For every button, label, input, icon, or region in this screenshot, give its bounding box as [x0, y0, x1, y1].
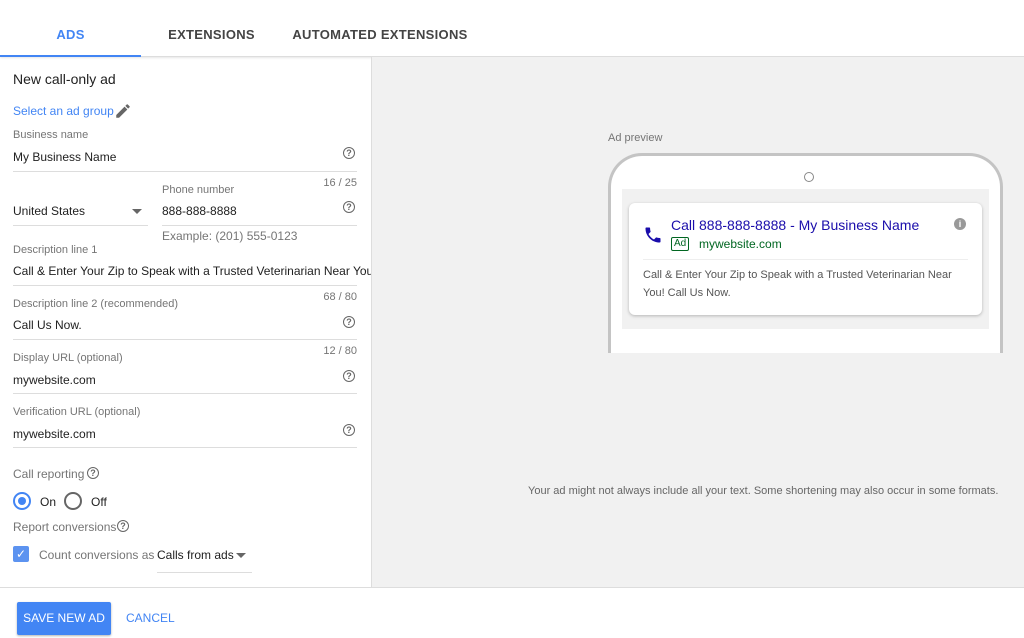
pencil-icon[interactable]: [114, 102, 132, 120]
divider: [13, 285, 357, 286]
country-select[interactable]: United States: [13, 204, 85, 218]
divider: [162, 225, 357, 226]
business-name-input[interactable]: My Business Name: [13, 150, 116, 164]
tab-ads[interactable]: ADS: [0, 0, 141, 57]
count-conversions-checkbox[interactable]: ✓: [13, 546, 29, 562]
description1-count: 68 / 80: [323, 291, 357, 303]
form-title: New call-only ad: [13, 71, 116, 87]
chevron-down-icon[interactable]: [132, 209, 142, 214]
business-name-label: Business name: [13, 129, 89, 141]
preview-label: Ad preview: [608, 132, 663, 144]
help-icon[interactable]: ?: [343, 316, 355, 328]
ad-description: Call & Enter Your Zip to Speak with a Tr…: [643, 269, 952, 299]
help-icon[interactable]: ?: [343, 201, 355, 213]
display-url-label: Display URL (optional): [13, 352, 123, 364]
phone-camera: [804, 172, 814, 182]
help-icon[interactable]: ?: [343, 424, 355, 436]
ad-url[interactable]: mywebsite.com: [699, 237, 782, 251]
divider: [643, 259, 968, 260]
tab-bar: ADS EXTENSIONS AUTOMATED EXTENSIONS: [0, 0, 1024, 57]
phone-screen: Call 888-888-8888 - My Business Name Ad …: [622, 189, 989, 329]
ad-headline[interactable]: Call 888-888-8888 - My Business Name: [671, 217, 919, 233]
radio-off-label: Off: [91, 495, 107, 509]
divider: [13, 225, 148, 226]
help-icon[interactable]: ?: [343, 147, 355, 159]
business-name-count: 16 / 25: [323, 177, 357, 189]
description1-label: Description line 1: [13, 244, 98, 256]
preview-note: Your ad might not always include all you…: [528, 485, 999, 497]
phone-hint: Example: (201) 555-0123: [162, 229, 298, 243]
tab-extensions[interactable]: EXTENSIONS: [141, 0, 282, 57]
description2-input[interactable]: Call Us Now.: [13, 318, 82, 332]
radio-on-label: On: [40, 495, 57, 509]
conversion-type-select[interactable]: Calls from ads: [157, 548, 234, 562]
cancel-button[interactable]: CANCEL: [126, 602, 175, 635]
preview-panel: Ad preview Call 888-888-8888 - My Busine…: [371, 57, 1024, 587]
verification-url-label: Verification URL (optional): [13, 406, 141, 418]
description2-count: 12 / 80: [323, 345, 357, 357]
display-url-input[interactable]: mywebsite.com: [13, 373, 96, 387]
info-icon[interactable]: i: [954, 218, 966, 230]
select-ad-group-link[interactable]: Select an ad group: [13, 104, 114, 118]
save-new-ad-button[interactable]: SAVE NEW AD: [17, 602, 111, 635]
divider: [13, 447, 357, 448]
divider: [157, 572, 252, 573]
count-conversions-label: Count conversions as: [39, 548, 155, 562]
phone-label: Phone number: [162, 184, 235, 196]
divider: [13, 339, 357, 340]
report-conversions-label: Report conversions: [13, 520, 117, 534]
ad-card: Call 888-888-8888 - My Business Name Ad …: [629, 203, 982, 315]
footer: SAVE NEW AD CANCEL: [0, 587, 1024, 638]
help-icon[interactable]: ?: [87, 467, 99, 479]
tab-automated-extensions[interactable]: AUTOMATED EXTENSIONS: [290, 0, 470, 57]
verification-url-input[interactable]: mywebsite.com: [13, 427, 96, 441]
phone-icon: [645, 227, 661, 243]
chevron-down-icon[interactable]: [236, 553, 246, 558]
divider: [13, 393, 357, 394]
phone-frame: Call 888-888-8888 - My Business Name Ad …: [608, 153, 1003, 353]
help-icon[interactable]: ?: [117, 520, 129, 532]
ad-badge: Ad: [671, 237, 690, 251]
description1-input[interactable]: Call & Enter Your Zip to Speak with a Tr…: [13, 264, 377, 278]
divider: [13, 171, 357, 172]
description2-label: Description line 2 (recommended): [13, 298, 179, 310]
radio-off[interactable]: [64, 492, 82, 510]
call-reporting-label: Call reporting: [13, 467, 85, 481]
phone-input[interactable]: 888-888-8888: [162, 204, 237, 218]
radio-on[interactable]: [13, 492, 31, 510]
help-icon[interactable]: ?: [343, 370, 355, 382]
